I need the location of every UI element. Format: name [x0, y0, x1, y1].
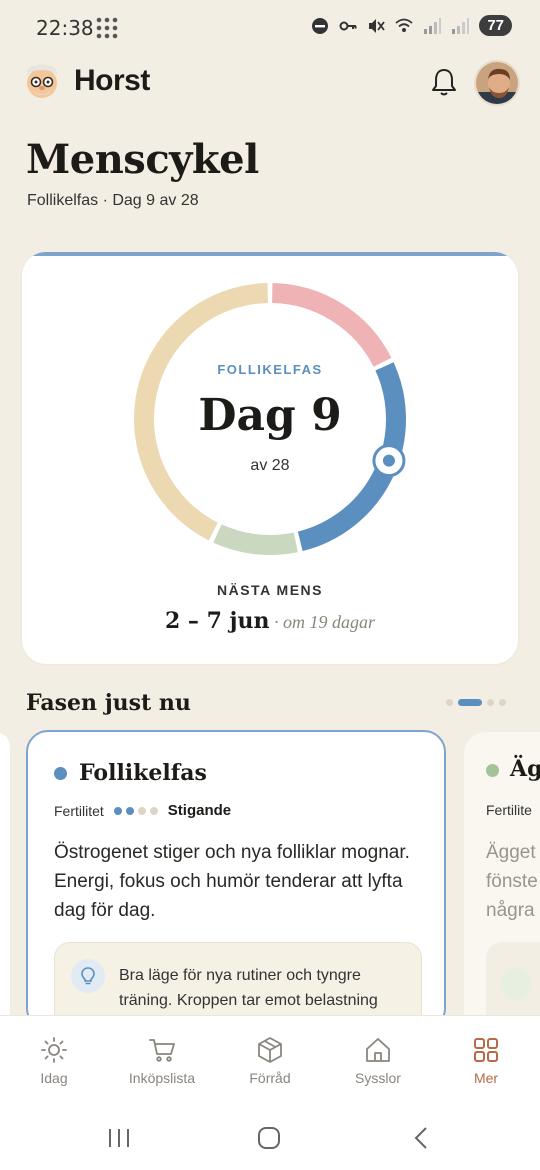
nav-label: Sysslor — [355, 1070, 401, 1086]
user-avatar[interactable] — [474, 60, 520, 106]
page-title: Menscykel — [26, 136, 259, 183]
page-subtitle: Follikelfas · Dag 9 av 28 — [27, 192, 199, 209]
nav-label: Idag — [40, 1070, 68, 1086]
previous-phase-card[interactable] — [0, 732, 10, 1032]
app-screen: 22:38 77 Horst Menscykel Follikelfas · D… — [0, 0, 540, 1170]
phase-card[interactable]: Follikelfas Fertilitet Stigande Östrogen… — [26, 730, 446, 1030]
phase-label: FOLLIKELFAS — [217, 362, 323, 377]
dnd-icon — [312, 17, 329, 34]
bottom-navigation: Idag Inköpslista Förråd Sysslor Mer — [0, 1015, 540, 1103]
fertility-row: Fertilitet Stigande — [54, 802, 231, 819]
nav-label: Förråd — [249, 1070, 291, 1086]
fertility-meter-dot — [113, 806, 122, 815]
cycle-length: av 28 — [250, 457, 290, 474]
carousel-pager[interactable] — [446, 699, 506, 706]
home-icon — [366, 1038, 390, 1062]
status-bar: 22:38 77 — [0, 0, 540, 54]
pager-dot[interactable] — [499, 699, 506, 706]
next-phase-description: Ägget fönste några — [486, 838, 538, 925]
fertility-value: Stigande — [167, 802, 232, 819]
nav-item-sysslor[interactable]: Sysslor — [324, 1016, 432, 1103]
horst-logo-icon — [26, 64, 58, 98]
next-phase-card[interactable]: Äg Fertilite Ägget fönste några — [464, 732, 540, 1032]
nav-label: Mer — [473, 1070, 499, 1086]
sun-icon — [41, 1037, 67, 1063]
phase-name: Follikelfas — [79, 760, 207, 786]
pager-dot[interactable] — [487, 699, 494, 706]
next-period-label: NÄSTA MENS — [217, 582, 323, 598]
next-period-row: 2 – 7 jun · om 19 dagar — [22, 608, 518, 634]
lightbulb-icon — [71, 959, 105, 993]
ovulation-segment — [213, 524, 298, 555]
next-period-countdown: · om 19 dagar — [269, 612, 376, 632]
tip-text: Bra läge för nya rutiner och tyngre trän… — [119, 967, 378, 1009]
next-phase-desc-line: Ägget — [486, 842, 536, 863]
phase-description: Östrogenet stiger och nya folliklar mogn… — [54, 842, 410, 921]
nav-item-mer[interactable]: Mer — [432, 1016, 540, 1103]
lightbulb-icon — [500, 968, 532, 1000]
fertility-label: Fertilitet — [54, 802, 104, 819]
phase-color-dot — [54, 766, 67, 780]
wifi-icon — [395, 18, 413, 32]
fertility-meter-dot — [149, 806, 158, 815]
next-phase-dot — [486, 764, 499, 777]
notification-bell-icon[interactable] — [430, 67, 458, 97]
signal-icon-2 — [452, 17, 470, 34]
system-navigation-bar — [0, 1103, 540, 1170]
cycle-card[interactable]: FOLLIKELFAS Dag 9 av 28 NÄSTA MENS 2 – 7… — [22, 252, 518, 664]
nav-item-inkopslista[interactable]: Inköpslista — [108, 1016, 216, 1103]
signal-icon — [424, 17, 442, 34]
cycle-day: Dag 9 — [198, 390, 342, 441]
next-period-dates: 2 – 7 jun — [164, 608, 270, 634]
section-title: Fasen just nu — [26, 690, 191, 716]
recent-apps-icon[interactable] — [106, 1125, 132, 1151]
fertility-meter-dot — [125, 806, 134, 815]
box-icon — [258, 1037, 282, 1063]
battery-badge: 77 — [479, 15, 512, 36]
status-time: 22:38 — [36, 16, 94, 40]
system-icons: 77 — [311, 15, 512, 36]
app-name: Horst — [74, 64, 150, 97]
fertility-meter-dot — [137, 806, 146, 815]
avatar-image — [476, 62, 518, 104]
nav-item-forrad[interactable]: Förråd — [216, 1016, 324, 1103]
key-icon — [339, 21, 357, 30]
pager-dot-active[interactable] — [458, 699, 482, 706]
fertility-meter — [113, 806, 158, 815]
home-button-icon[interactable] — [256, 1125, 282, 1151]
mute-icon — [369, 18, 386, 33]
cart-icon — [149, 1039, 175, 1062]
phase-card-header: Follikelfas — [54, 760, 207, 786]
nav-item-idag[interactable]: Idag — [0, 1016, 108, 1103]
app-grid-dots-icon — [96, 17, 118, 39]
next-phase-desc-line: några — [486, 900, 535, 921]
next-phase-desc-line: fönste — [486, 871, 538, 892]
back-icon[interactable] — [408, 1125, 434, 1151]
next-phase-fertility-label: Fertilite — [486, 802, 532, 818]
pager-dot[interactable] — [446, 699, 453, 706]
grid-icon — [474, 1038, 498, 1062]
nav-label: Inköpslista — [128, 1070, 196, 1086]
app-header: Horst — [0, 58, 540, 108]
next-phase-name: Äg — [510, 756, 540, 782]
menstrual-segment — [271, 283, 392, 367]
